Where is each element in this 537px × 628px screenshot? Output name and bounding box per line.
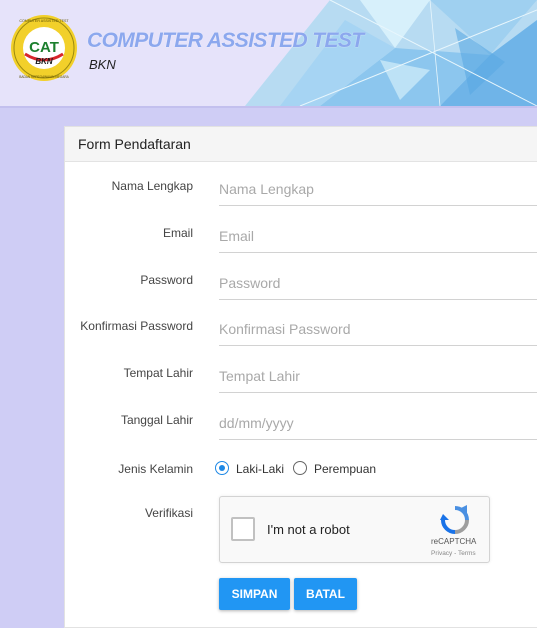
tanggal-lahir-input[interactable]: dd/mm/yyyy — [219, 407, 537, 440]
svg-text:BKN: BKN — [35, 57, 53, 66]
field-label: Jenis Kelamin — [118, 462, 193, 476]
recaptcha-text: I'm not a robot — [267, 522, 350, 537]
field-label: Verifikasi — [144, 506, 193, 520]
batal-button[interactable]: BATAL — [294, 578, 357, 610]
recaptcha-logo-icon — [440, 505, 469, 534]
field-label: Konfirmasi Password — [80, 319, 193, 333]
cat-bkn-logo: CAT BKN COMPUTER ASSISTED TEST BADAN KEP… — [11, 15, 77, 81]
radio-label: Laki-Laki — [236, 462, 285, 476]
nama-lengkap-input[interactable]: Nama Lengkap — [219, 173, 537, 206]
field-row-email: Email Email — [65, 220, 537, 266]
tempat-lahir-input[interactable]: Tempat Lahir — [219, 360, 537, 393]
app-subtitle: BKN — [89, 57, 116, 72]
svg-text:CAT: CAT — [29, 39, 59, 56]
konfirmasi-password-input[interactable]: Konfirmasi Password — [219, 313, 537, 346]
radio-unchecked-icon — [293, 461, 307, 475]
recaptcha-checkbox[interactable] — [231, 517, 255, 541]
recaptcha-widget: I'm not a robot reCAPTCHA Privacy - Term… — [219, 496, 490, 563]
svg-text:COMPUTER ASSISTED TEST: COMPUTER ASSISTED TEST — [19, 19, 69, 23]
registration-panel: Form Pendaftaran Nama Lengkap Nama Lengk… — [64, 126, 537, 628]
field-row-tanggal-lahir: Tanggal Lahir dd/mm/yyyy — [65, 407, 537, 453]
field-row-tempat-lahir: Tempat Lahir Tempat Lahir — [65, 360, 537, 406]
panel-heading: Form Pendaftaran — [65, 127, 537, 162]
field-row-password: Password Password — [65, 267, 537, 313]
field-row-nama-lengkap: Nama Lengkap Nama Lengkap — [65, 173, 537, 219]
app-title: COMPUTER ASSISTED TEST — [87, 29, 364, 52]
recaptcha-brand: reCAPTCHA — [431, 537, 477, 546]
field-label: Email — [162, 226, 193, 240]
radio-checked-icon — [215, 461, 229, 475]
field-label: Password — [140, 273, 193, 287]
header-background-art — [245, 0, 537, 106]
svg-text:BADAN KEPEGAWAIAN NEGARA: BADAN KEPEGAWAIAN NEGARA — [19, 75, 69, 79]
radio-label: Perempuan — [314, 462, 377, 476]
password-input[interactable]: Password — [219, 267, 537, 300]
field-row-konfirmasi-password: Konfirmasi Password Konfirmasi Password — [65, 313, 537, 359]
recaptcha-links[interactable]: Privacy - Terms — [431, 550, 476, 557]
app-header: CAT BKN COMPUTER ASSISTED TEST BADAN KEP… — [0, 0, 537, 108]
field-label: Tempat Lahir — [123, 366, 193, 380]
field-label: Tanggal Lahir — [120, 413, 193, 427]
field-label: Nama Lengkap — [111, 179, 193, 193]
simpan-button[interactable]: SIMPAN — [219, 578, 290, 610]
email-input[interactable]: Email — [219, 220, 537, 253]
